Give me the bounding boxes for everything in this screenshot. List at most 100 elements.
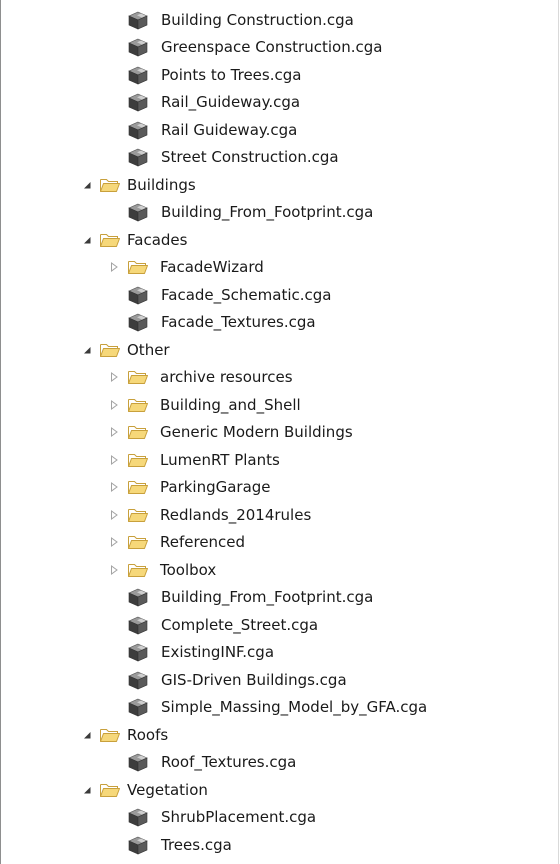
tree-item-existinginf-cga[interactable]: ExistingINF.cga: [1, 639, 558, 667]
tree-item-facade-schematic-cga[interactable]: Facade_Schematic.cga: [1, 281, 558, 309]
tree-item-label: Building_From_Footprint.cga: [161, 203, 374, 222]
tree-item-label: Referenced: [160, 533, 246, 552]
tree-item-label: Buildings: [127, 175, 196, 194]
cga-rule-file-icon: [127, 92, 149, 112]
file-tree: Building Construction.cga Greenspace Cons…: [1, 6, 558, 859]
tree-item-trees-cga[interactable]: Trees.cga: [1, 831, 558, 859]
expanded-triangle-icon[interactable]: [81, 234, 93, 246]
tree-item-gis-driven-buildings-cga[interactable]: GIS-Driven Buildings.cga: [1, 666, 558, 694]
folder-open-icon: [99, 725, 121, 745]
tree-item-label: Complete_Street.cga: [161, 615, 319, 634]
tree-item-toolbox[interactable]: Toolbox: [1, 556, 558, 584]
folder-open-icon: [127, 367, 149, 387]
cga-rule-file-icon: [127, 670, 149, 690]
tree-item-archive-resources[interactable]: archive resources: [1, 364, 558, 392]
tree-item-label: GIS-Driven Buildings.cga: [161, 670, 347, 689]
cga-rule-file-icon: [127, 65, 149, 85]
tree-item-label: Roofs: [127, 725, 169, 744]
cga-rule-file-icon: [127, 147, 149, 167]
tree-item-buildings[interactable]: Buildings: [1, 171, 558, 199]
tree-item-label: ParkingGarage: [160, 478, 271, 497]
tree-item-facadewizard[interactable]: FacadeWizard: [1, 254, 558, 282]
folder-open-icon: [127, 422, 149, 442]
expanded-triangle-icon[interactable]: [81, 729, 93, 741]
tree-item-label: Vegetation: [127, 780, 208, 799]
tree-item-label: Simple_Massing_Model_by_GFA.cga: [161, 698, 428, 717]
collapsed-triangle-icon[interactable]: [108, 564, 120, 576]
folder-open-icon: [127, 532, 149, 552]
tree-item-vegetation[interactable]: Vegetation: [1, 776, 558, 804]
collapsed-triangle-icon[interactable]: [108, 509, 120, 521]
expanded-triangle-icon[interactable]: [81, 344, 93, 356]
tree-item-label: FacadeWizard: [160, 258, 264, 277]
tree-item-label: ExistingINF.cga: [161, 643, 275, 662]
tree-item-facade-textures-cga[interactable]: Facade_Textures.cga: [1, 309, 558, 337]
tree-item-parkinggarage[interactable]: ParkingGarage: [1, 474, 558, 502]
cga-rule-file-icon: [127, 285, 149, 305]
folder-open-icon: [99, 780, 121, 800]
tree-item-building-construction-cga[interactable]: Building Construction.cga: [1, 6, 558, 34]
tree-item-building-from-footprint-cga[interactable]: Building_From_Footprint.cga: [1, 584, 558, 612]
tree-item-label: Rail Guideway.cga: [161, 120, 298, 139]
collapsed-triangle-icon[interactable]: [108, 399, 120, 411]
tree-item-rail-guideway-cga[interactable]: Rail Guideway.cga: [1, 116, 558, 144]
cga-rule-file-icon: [127, 312, 149, 332]
tree-item-roof-textures-cga[interactable]: Roof_Textures.cga: [1, 749, 558, 777]
collapsed-triangle-icon[interactable]: [108, 371, 120, 383]
cga-rule-file-icon: [127, 37, 149, 57]
tree-item-shrubplacement-cga[interactable]: ShrubPlacement.cga: [1, 804, 558, 832]
tree-item-label: archive resources: [160, 368, 293, 387]
tree-item-label: Redlands_2014rules: [160, 505, 312, 524]
folder-open-icon: [127, 257, 149, 277]
folder-open-icon: [127, 505, 149, 525]
cga-rule-file-icon: [127, 10, 149, 30]
cga-rule-file-icon: [127, 835, 149, 855]
folder-open-icon: [127, 477, 149, 497]
tree-item-building-from-footprint-cga[interactable]: Building_From_Footprint.cga: [1, 199, 558, 227]
tree-item-street-construction-cga[interactable]: Street Construction.cga: [1, 144, 558, 172]
collapsed-triangle-icon[interactable]: [108, 454, 120, 466]
tree-item-lumenrt-plants[interactable]: LumenRT Plants: [1, 446, 558, 474]
tree-item-redlands-2014rules[interactable]: Redlands_2014rules: [1, 501, 558, 529]
tree-item-building-and-shell[interactable]: Building_and_Shell: [1, 391, 558, 419]
cga-rule-file-icon: [127, 615, 149, 635]
tree-item-greenspace-construction-cga[interactable]: Greenspace Construction.cga: [1, 34, 558, 62]
collapsed-triangle-icon[interactable]: [108, 426, 120, 438]
cga-rule-file-icon: [127, 697, 149, 717]
cga-rule-file-icon: [127, 752, 149, 772]
folder-open-icon: [127, 450, 149, 470]
collapsed-triangle-icon[interactable]: [108, 481, 120, 493]
expanded-triangle-icon[interactable]: [81, 784, 93, 796]
tree-item-simple-massing-model-by-gfa-cga[interactable]: Simple_Massing_Model_by_GFA.cga: [1, 694, 558, 722]
cga-rule-file-icon: [127, 202, 149, 222]
cga-rule-file-icon: [127, 587, 149, 607]
tree-item-rail-guideway-cga[interactable]: Rail_Guideway.cga: [1, 89, 558, 117]
tree-item-label: Trees.cga: [161, 835, 232, 854]
tree-item-other[interactable]: Other: [1, 336, 558, 364]
folder-open-icon: [127, 395, 149, 415]
tree-item-label: ShrubPlacement.cga: [161, 808, 317, 827]
tree-item-label: Greenspace Construction.cga: [161, 38, 383, 57]
tree-item-label: Rail_Guideway.cga: [161, 93, 301, 112]
folder-open-icon: [127, 560, 149, 580]
tree-item-label: Building Construction.cga: [161, 10, 354, 29]
tree-item-roofs[interactable]: Roofs: [1, 721, 558, 749]
collapsed-triangle-icon[interactable]: [108, 261, 120, 273]
tree-item-label: Street Construction.cga: [161, 148, 339, 167]
tree-item-generic-modern-buildings[interactable]: Generic Modern Buildings: [1, 419, 558, 447]
tree-item-facades[interactable]: Facades: [1, 226, 558, 254]
tree-item-label: Building_and_Shell: [160, 395, 301, 414]
expanded-triangle-icon[interactable]: [81, 179, 93, 191]
folder-open-icon: [99, 340, 121, 360]
tree-item-points-to-trees-cga[interactable]: Points to Trees.cga: [1, 61, 558, 89]
tree-item-label: Facades: [127, 230, 188, 249]
tree-item-complete-street-cga[interactable]: Complete_Street.cga: [1, 611, 558, 639]
tree-item-label: Generic Modern Buildings: [160, 423, 353, 442]
folder-open-icon: [99, 230, 121, 250]
tree-item-label: LumenRT Plants: [160, 450, 280, 469]
cga-rule-file-icon: [127, 120, 149, 140]
cga-rule-file-icon: [127, 642, 149, 662]
tree-item-label: Points to Trees.cga: [161, 65, 302, 84]
tree-item-referenced[interactable]: Referenced: [1, 529, 558, 557]
collapsed-triangle-icon[interactable]: [108, 536, 120, 548]
